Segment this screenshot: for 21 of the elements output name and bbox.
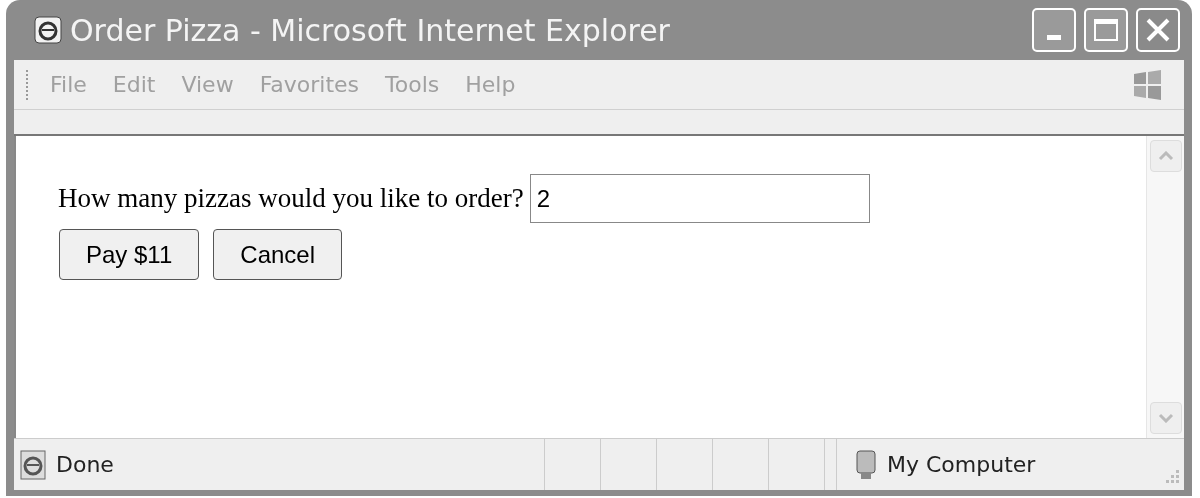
menu-item[interactable]: Favorites <box>250 68 369 101</box>
menu-item[interactable]: Tools <box>376 68 449 101</box>
window-title: Order Pizza - Microsoft Internet Explorer <box>70 11 670 50</box>
close-icon <box>1145 17 1171 43</box>
question-label: How many pizzas would you like to order? <box>58 182 524 216</box>
menu-item[interactable]: Help <box>456 68 525 101</box>
maximize-button[interactable] <box>1084 8 1128 52</box>
minimize-button[interactable] <box>1032 8 1076 52</box>
form-button[interactable]: Cancel <box>213 229 342 280</box>
zone-label: My Computer <box>887 451 1036 479</box>
menu-item[interactable]: Edit <box>103 68 165 101</box>
status-text: Done <box>56 451 114 479</box>
computer-icon <box>853 448 879 481</box>
scroll-up-button[interactable] <box>1149 140 1182 172</box>
form-button[interactable]: Pay $11 <box>59 229 200 280</box>
menu-item[interactable]: File <box>41 68 96 101</box>
close-button[interactable] <box>1136 8 1180 52</box>
quantity-field[interactable]: 2 <box>529 174 870 223</box>
menu-item[interactable]: View <box>172 68 243 101</box>
browser-icon <box>34 16 62 44</box>
scroll-down-button[interactable] <box>1149 402 1182 434</box>
